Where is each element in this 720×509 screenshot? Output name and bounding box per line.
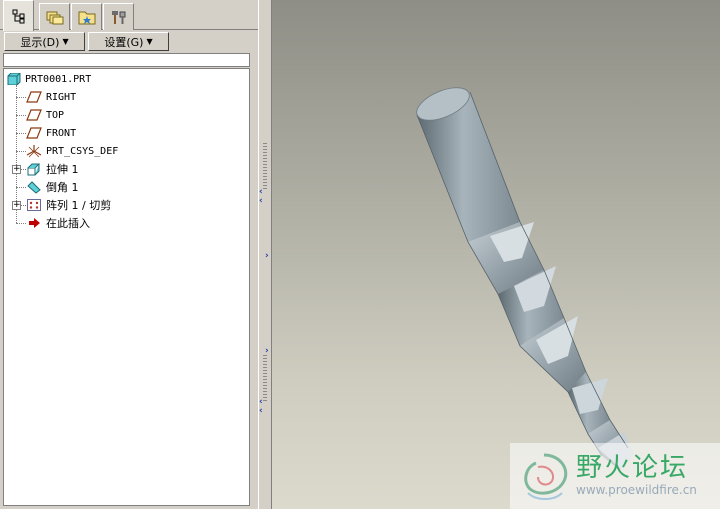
- part-icon: [7, 73, 21, 85]
- drill-bit-model: [416, 87, 634, 470]
- tab-connections[interactable]: [103, 3, 134, 30]
- tree-item-label: 在此插入: [46, 217, 90, 230]
- watermark-url: www.proewildfire.cn: [576, 483, 697, 497]
- tree-item-label: PRT_CSYS_DEF: [46, 145, 119, 157]
- tree-connector-line: [16, 97, 26, 98]
- show-menu-button[interactable]: 显示(D) ▼: [4, 32, 85, 51]
- tree-connector-line: [16, 115, 26, 116]
- tab-model-tree[interactable]: [3, 0, 34, 31]
- watermark-logo-icon: [524, 453, 568, 500]
- tree-item-front[interactable]: FRONT: [26, 125, 76, 141]
- tree-item-top[interactable]: TOP: [26, 107, 64, 123]
- show-menu-label: 显示(D): [20, 35, 60, 49]
- watermark-title: 野火论坛: [576, 453, 689, 483]
- tree-item-chamfer[interactable]: 倒角 1: [26, 179, 79, 195]
- dropdown-arrow-icon: ▼: [62, 37, 69, 46]
- favorites-folder-icon: [78, 11, 95, 25]
- extrude-icon: [27, 163, 41, 176]
- tree-item-label: FRONT: [46, 127, 77, 139]
- layers-folder-icon: [46, 11, 63, 25]
- tree-item-label: 倒角 1: [46, 181, 79, 194]
- tools-icon: [111, 11, 125, 24]
- navigator-panel: 显示(D) ▼ 设置(G) ▼ PRT0001.PRT RIGHT TOP FR…: [0, 0, 258, 509]
- collapse-left-icon[interactable]: ‹ ‹: [259, 188, 267, 206]
- datum-plane-icon: [26, 91, 42, 103]
- coordinate-system-icon: [26, 145, 42, 158]
- tree-connector-line: [16, 151, 26, 152]
- tree-item-label: RIGHT: [46, 91, 77, 103]
- navigator-menu-row: 显示(D) ▼ 设置(G) ▼: [0, 31, 258, 52]
- tree-item-label: 拉伸 1: [46, 163, 79, 176]
- tree-root-label: PRT0001.PRT: [25, 73, 92, 85]
- tree-connector-line: [16, 223, 26, 224]
- tree-item-csys[interactable]: PRT_CSYS_DEF: [26, 143, 118, 159]
- dropdown-arrow-icon: ▼: [146, 37, 153, 46]
- tree-item-insert-here[interactable]: 在此插入: [26, 215, 90, 231]
- expand-toggle[interactable]: +: [12, 165, 21, 174]
- insert-here-arrow-icon: [29, 218, 40, 228]
- pattern-icon: [27, 199, 41, 211]
- collapse-left-icon[interactable]: ‹ ‹: [259, 398, 267, 416]
- model-tree: PRT0001.PRT RIGHT TOP FRONT PRT_CSYS_DEF…: [3, 68, 250, 506]
- settings-menu-label: 设置(G): [104, 35, 144, 49]
- expand-toggle[interactable]: +: [12, 201, 21, 210]
- datum-plane-icon: [26, 127, 42, 139]
- panel-splitter[interactable]: ‹ ‹ › › ‹ ‹: [258, 0, 272, 509]
- forum-watermark: 野火论坛 www.proewildfire.cn: [510, 443, 720, 509]
- tree-root-item[interactable]: PRT0001.PRT: [7, 71, 91, 87]
- tree-filter-field[interactable]: [3, 53, 250, 67]
- splitter-grip[interactable]: [263, 143, 267, 191]
- tree-item-pattern[interactable]: 阵列 1 / 切剪: [26, 197, 111, 213]
- chamfer-icon: [27, 181, 41, 194]
- tree-item-right[interactable]: RIGHT: [26, 89, 76, 105]
- model-tree-icon: [12, 9, 24, 24]
- splitter-grip[interactable]: [263, 355, 267, 403]
- tree-connector-line: [16, 133, 26, 134]
- tree-connector-line: [16, 187, 26, 188]
- navigator-tabs: [0, 0, 258, 31]
- datum-plane-icon: [26, 109, 42, 121]
- tree-item-label: 阵列 1 / 切剪: [46, 199, 112, 212]
- tree-item-extrude[interactable]: 拉伸 1: [26, 161, 79, 177]
- graphics-window[interactable]: 野火论坛 www.proewildfire.cn: [272, 0, 720, 509]
- tree-item-label: TOP: [46, 109, 65, 121]
- tab-favorites[interactable]: [71, 3, 102, 30]
- tab-folder-browser[interactable]: [39, 3, 70, 30]
- settings-menu-button[interactable]: 设置(G) ▼: [88, 32, 169, 51]
